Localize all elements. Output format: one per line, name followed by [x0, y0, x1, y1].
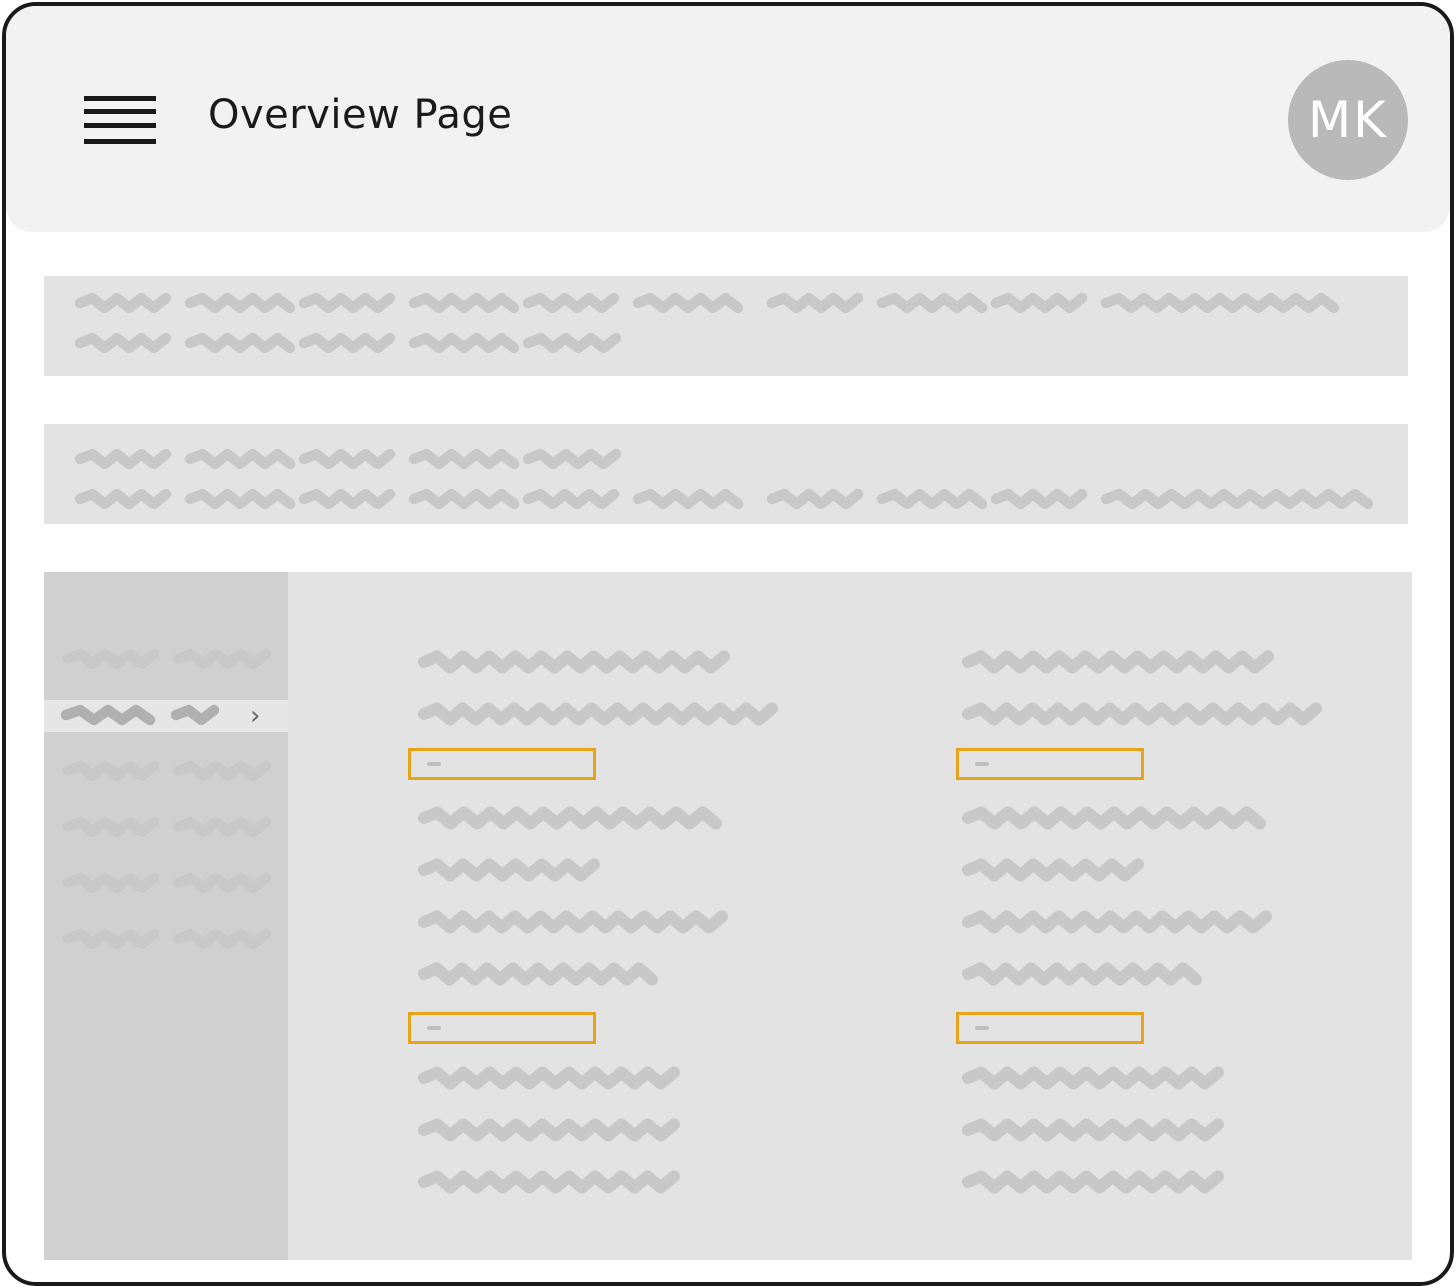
placeholder-text [632, 292, 744, 314]
placeholder-text [184, 292, 296, 314]
placeholder-text [418, 1118, 680, 1142]
placeholder-text [418, 962, 658, 986]
placeholder-text [962, 858, 1144, 882]
placeholder-text [172, 928, 272, 950]
placeholder-text [990, 292, 1088, 314]
placeholder-text [184, 488, 296, 510]
placeholder-text [1100, 488, 1374, 510]
placeholder-text [298, 448, 396, 470]
placeholder-text [62, 872, 160, 894]
placeholder-text [962, 962, 1202, 986]
placeholder-text [172, 760, 272, 782]
placeholder-text [172, 816, 272, 838]
placeholder-text [632, 488, 744, 510]
placeholder-text [298, 488, 396, 510]
placeholder-text [298, 332, 396, 354]
placeholder-text [184, 332, 296, 354]
placeholder-text [962, 1118, 1224, 1142]
placeholder-text [418, 910, 728, 934]
placeholder-text [62, 928, 160, 950]
placeholder-text [418, 650, 730, 674]
placeholder-text [962, 806, 1266, 830]
placeholder-text [62, 816, 160, 838]
placeholder-text [74, 332, 172, 354]
placeholder-text [962, 1066, 1224, 1090]
placeholder-text [766, 292, 864, 314]
placeholder-text [172, 872, 272, 894]
placeholder-text [298, 292, 396, 314]
placeholder-text [170, 704, 220, 726]
placeholder-text [60, 704, 156, 726]
placeholder-text [962, 702, 1322, 726]
placeholder-text [418, 1066, 680, 1090]
placeholder-text [418, 858, 600, 882]
placeholder-text [962, 910, 1272, 934]
placeholder-text [418, 806, 722, 830]
placeholder-text-layer [60, 292, 1374, 1194]
placeholder-text [962, 650, 1274, 674]
placeholder-text [876, 292, 988, 314]
placeholder-text [408, 292, 520, 314]
placeholder-text [522, 488, 620, 510]
placeholder-text [408, 332, 520, 354]
placeholder-text [522, 332, 622, 354]
placeholder-text [876, 488, 988, 510]
placeholder-text [74, 488, 172, 510]
placeholder-text [418, 1170, 680, 1194]
placeholder-text [74, 292, 172, 314]
placeholder-text [408, 488, 520, 510]
placeholder-text [522, 448, 622, 470]
placeholder-text [962, 1170, 1224, 1194]
placeholder-text [990, 488, 1088, 510]
placeholder-text [62, 648, 160, 670]
placeholder-text [766, 488, 864, 510]
placeholder-text [172, 648, 272, 670]
placeholder-text [62, 760, 160, 782]
placeholder-text [1100, 292, 1340, 314]
placeholder-text [74, 448, 172, 470]
placeholder-text [418, 702, 778, 726]
app-window: Overview Page MK › [2, 2, 1454, 1286]
placeholder-text [184, 448, 296, 470]
placeholder-text [522, 292, 620, 314]
placeholder-text [408, 448, 520, 470]
